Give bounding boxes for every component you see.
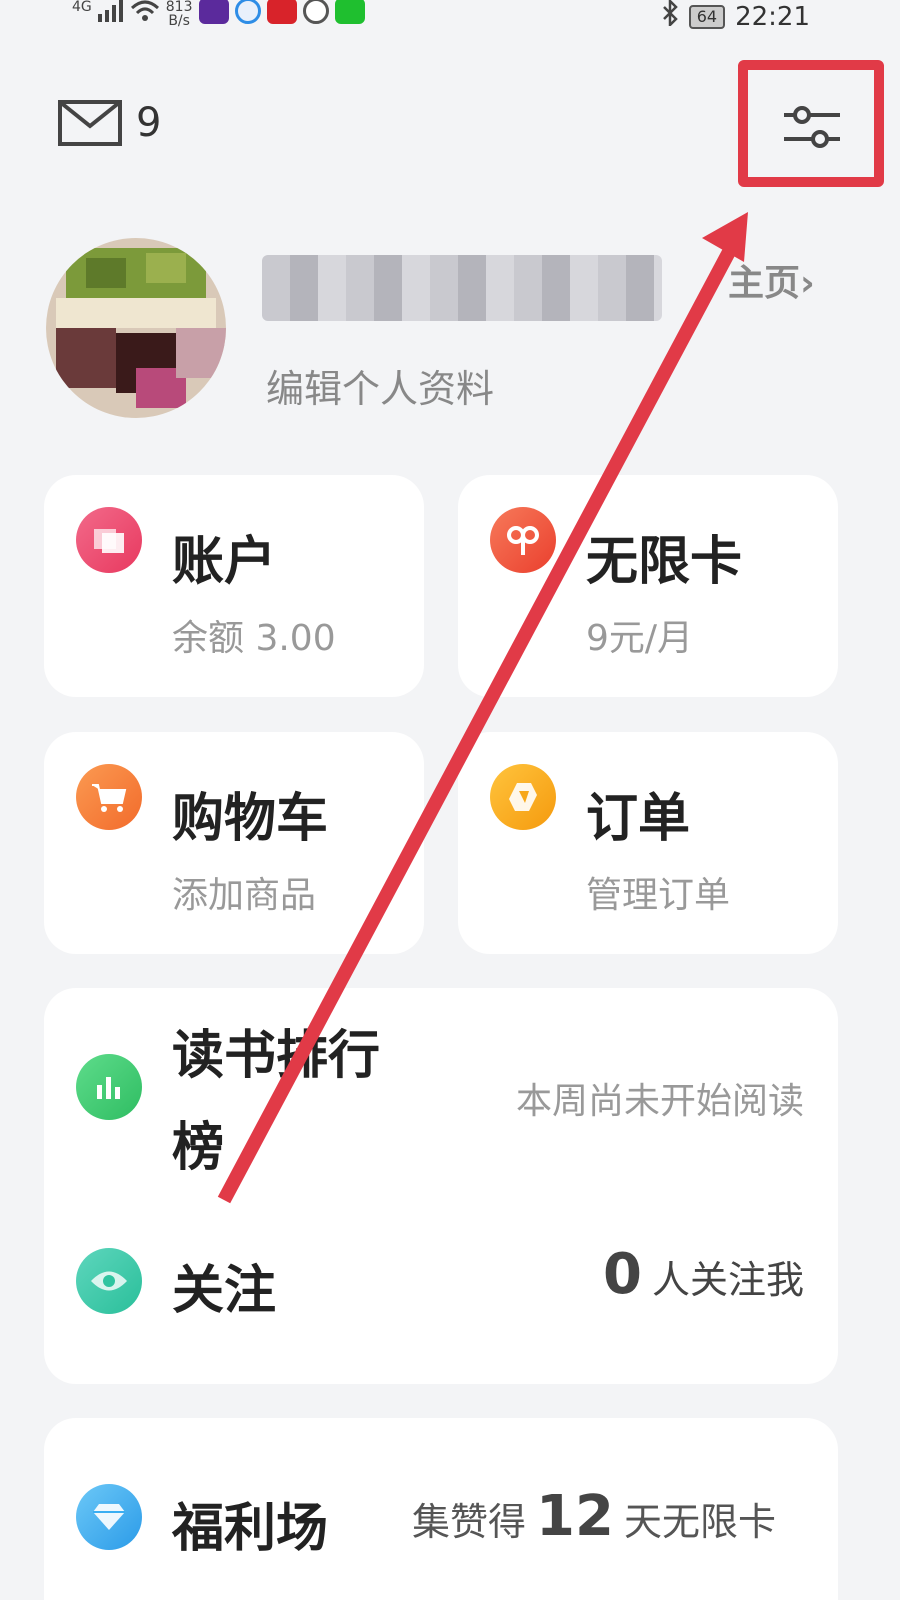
speed-unit: B/s [168, 13, 190, 29]
bluetooth-icon [661, 0, 679, 33]
follower-count: 0 [603, 1242, 642, 1307]
unlimited-price: 9元/月 [586, 618, 694, 659]
cart-subtitle: 添加商品 [172, 875, 317, 916]
welfare-prefix: 集赞得 [412, 1500, 527, 1544]
follow-row[interactable]: 关注 0 人关注我 [44, 1218, 838, 1358]
follower-count-info: 0 人关注我 [603, 1242, 804, 1307]
welfare-days: 12 [536, 1484, 614, 1549]
mail-icon [58, 100, 122, 146]
bar-chart-icon [76, 1054, 142, 1120]
orders-card[interactable]: 订单 管理订单 [458, 732, 838, 954]
status-bar: 4G 813 B/s 64 22:21 [0, 0, 900, 34]
speed-value: 813 [165, 0, 193, 15]
message-count: 9 [136, 100, 162, 146]
follower-suffix: 人关注我 [651, 1258, 804, 1302]
chevron-right-icon: › [800, 263, 815, 304]
messages-button[interactable]: 9 [58, 100, 161, 146]
unlimited-card[interactable]: 无限卡 9元/月 [458, 475, 838, 697]
account-title: 账户 [172, 532, 277, 592]
clock: 22:21 [735, 1, 810, 32]
cart-card[interactable]: 购物车 添加商品 [44, 732, 424, 954]
welfare-info: 集赞得 12 天无限卡 [412, 1484, 776, 1549]
welfare-title: 福利场 [172, 1499, 329, 1559]
shopping-cart-icon [76, 764, 142, 830]
cart-title: 购物车 [172, 789, 329, 849]
account-balance: 余额 3.00 [172, 618, 336, 659]
avatar[interactable] [46, 238, 226, 418]
ranking-follow-card: 读书排行 榜 本周尚未开始阅读 关注 0 人关注我 [44, 988, 838, 1384]
ranking-title: 读书排行 榜 [172, 1010, 380, 1194]
homepage-link[interactable]: 主页› [728, 254, 815, 306]
diamond-icon [76, 1484, 142, 1550]
status-left: 4G 813 B/s [72, 0, 365, 28]
welfare-card[interactable]: 福利场 集赞得 12 天无限卡 [44, 1418, 838, 1600]
network-speed: 813 B/s [166, 0, 193, 28]
infinity-card-icon [490, 507, 556, 573]
username-redacted [262, 255, 662, 321]
battery-indicator: 64 [688, 4, 726, 29]
ranking-title-line2: 榜 [172, 1118, 225, 1178]
account-card[interactable]: 账户 余额 3.00 [44, 475, 424, 697]
ranking-status: 本周尚未开始阅读 [515, 1081, 804, 1122]
homepage-label: 主页 [728, 263, 801, 304]
welfare-suffix: 天无限卡 [623, 1500, 776, 1544]
signal-icon [97, 0, 124, 26]
annotation-highlight-box [738, 60, 884, 187]
edit-profile-link[interactable]: 编辑个人资料 [266, 358, 494, 413]
orders-icon [490, 764, 556, 830]
follow-title: 关注 [172, 1261, 277, 1321]
status-right: 64 22:21 [661, 0, 810, 33]
ranking-title-line1: 读书排行 [172, 1026, 381, 1086]
eye-icon [76, 1248, 142, 1314]
wallet-icon [76, 507, 142, 573]
reading-ranking-row[interactable]: 读书排行 榜 本周尚未开始阅读 [44, 988, 838, 1188]
orders-title: 订单 [586, 789, 691, 849]
app-notification-icon [234, 0, 261, 24]
iqiyi-notification-icon [334, 0, 365, 24]
network-label: 4G [72, 0, 92, 15]
app-notification-icon [266, 0, 297, 24]
orders-subtitle: 管理订单 [586, 875, 731, 916]
wifi-icon [130, 0, 160, 26]
unlimited-title: 无限卡 [586, 532, 743, 592]
app-notification-icon [198, 0, 229, 24]
browser-notification-icon [302, 0, 329, 24]
